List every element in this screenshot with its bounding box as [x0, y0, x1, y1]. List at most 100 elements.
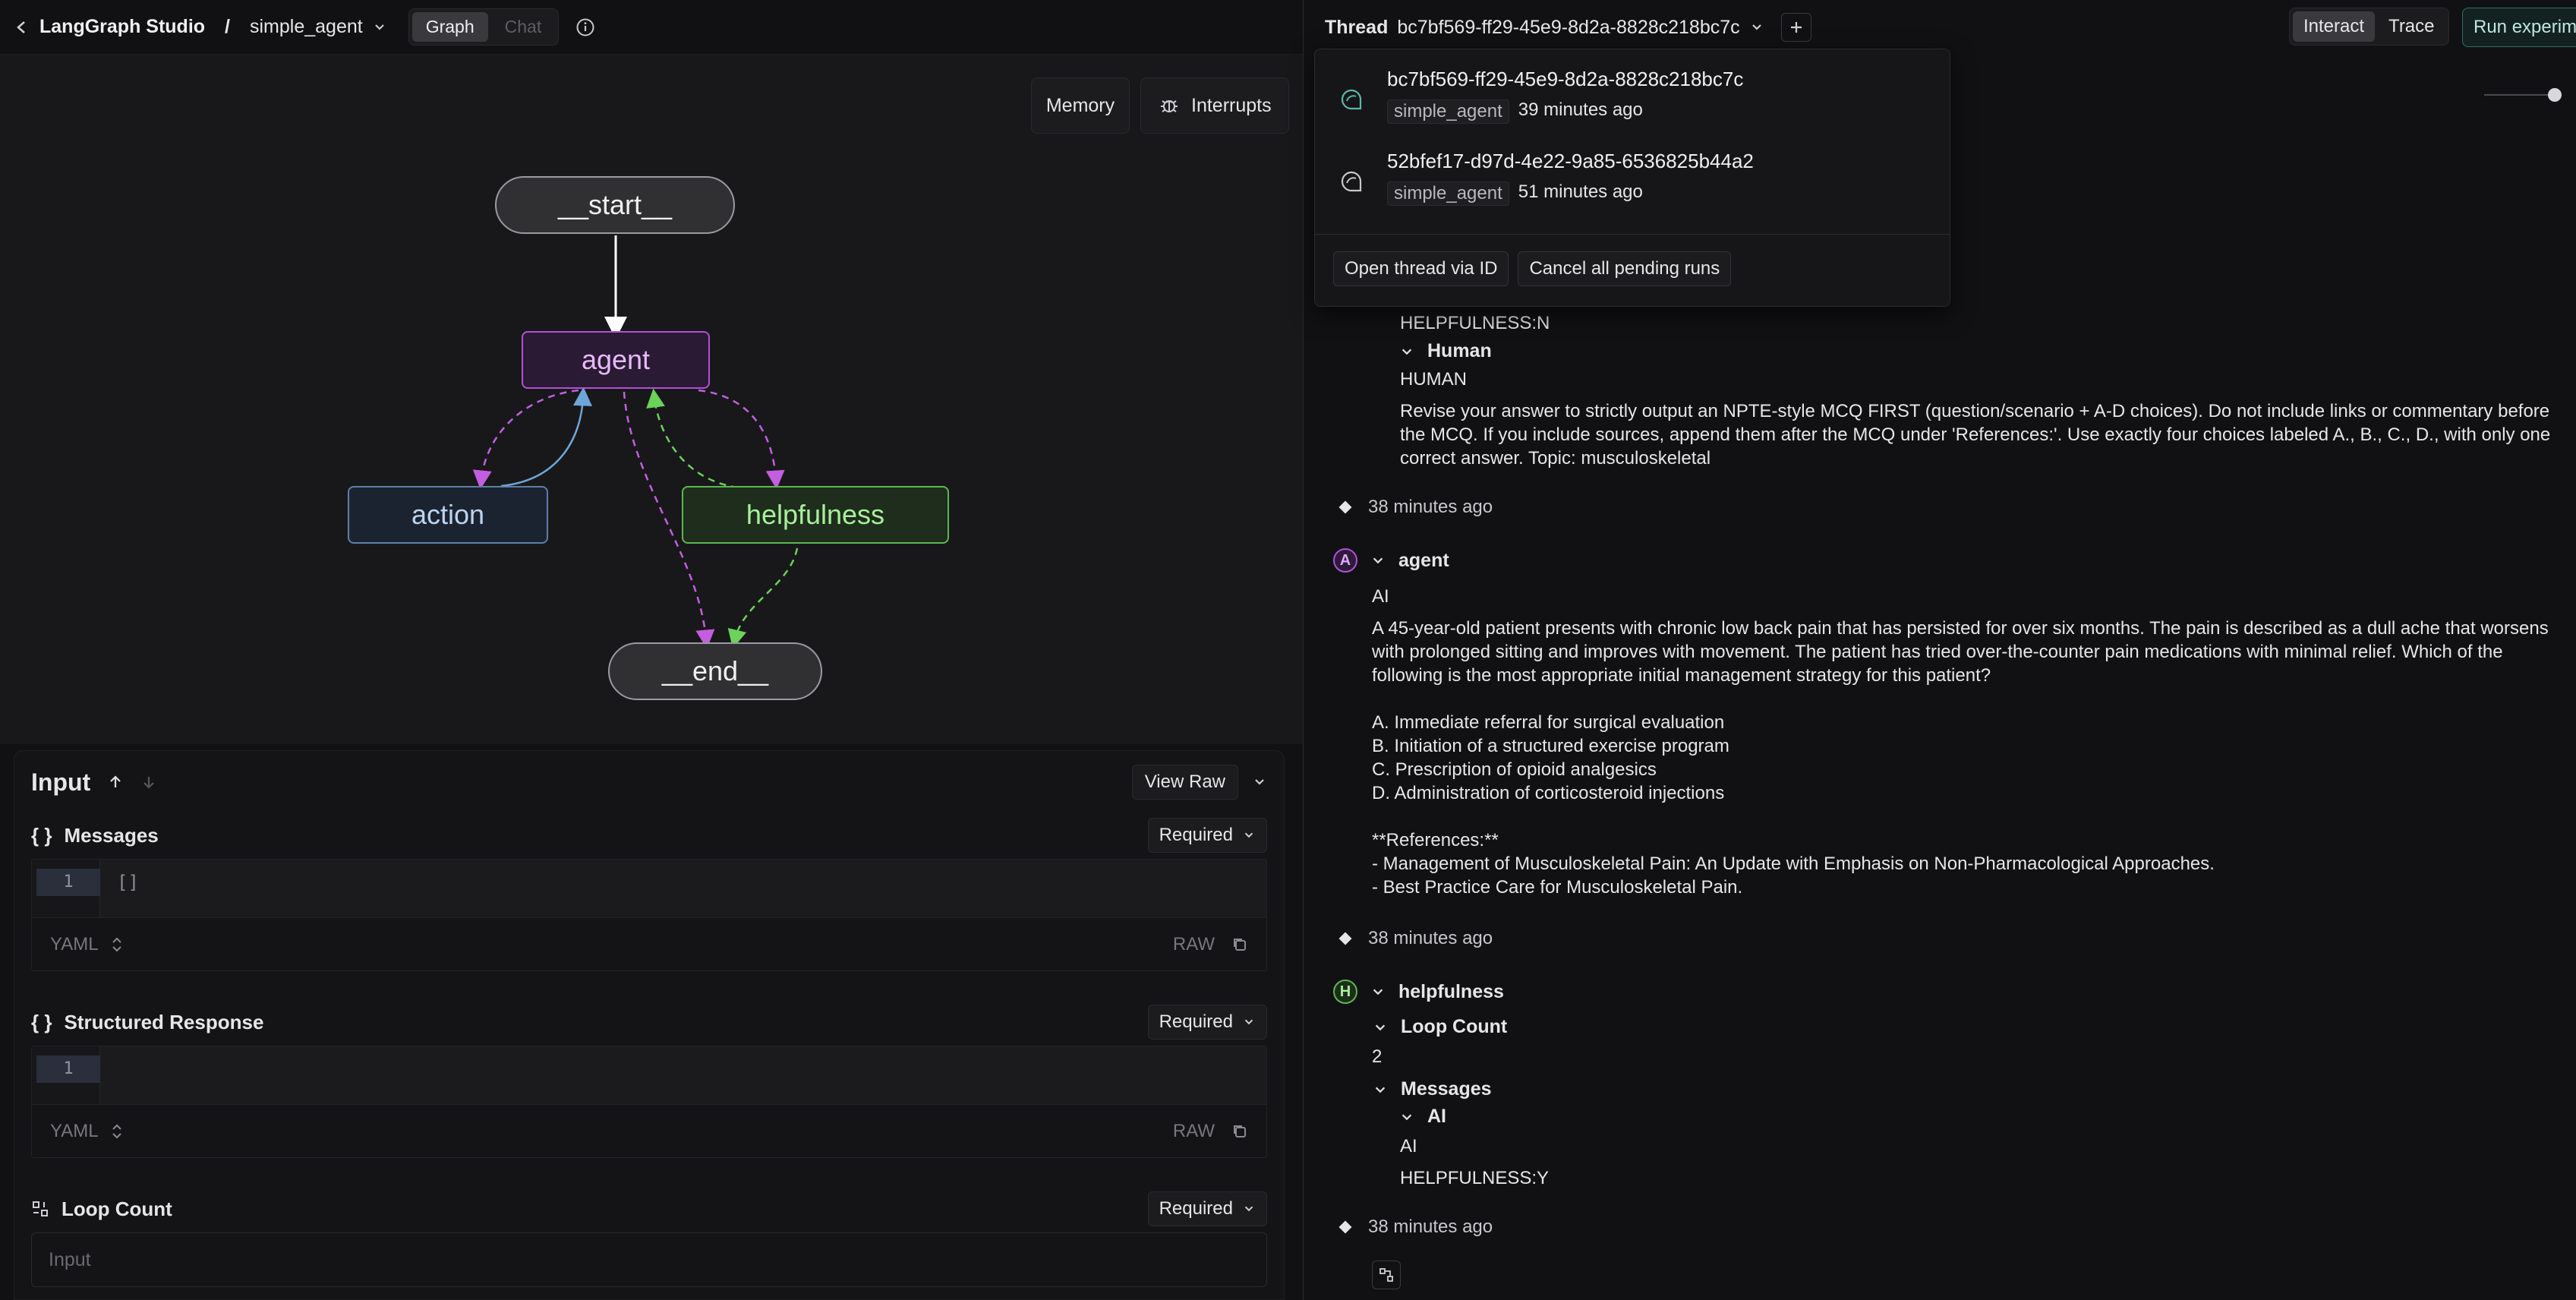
chevron-down-icon — [1375, 1087, 1386, 1093]
number-icon — [31, 1200, 49, 1218]
human-message: Revise your answer to strictly output an… — [1400, 401, 2551, 469]
updown-icon — [112, 1124, 121, 1138]
chevron-down-icon — [1244, 1206, 1253, 1212]
helpfulness-value: HELPFULNESS:Y — [1400, 1168, 1550, 1188]
collapse-chevron-icon[interactable] — [1252, 775, 1267, 790]
arrow-up-icon[interactable] — [107, 774, 124, 790]
structured-response-editor-footer: YAML RAW — [31, 1105, 1267, 1158]
agent-role: AI — [1372, 586, 1389, 607]
view-mode-toggle: Graph Chat — [408, 8, 560, 46]
messages-toggle[interactable]: Messages — [1373, 1078, 1492, 1100]
input-panel-header: Input View Raw — [31, 762, 1267, 803]
run-experiment-label: Run experime — [2474, 17, 2576, 37]
chevron-down-icon — [1373, 557, 1383, 564]
loop-count-required-select[interactable]: Required — [1147, 1191, 1267, 1226]
loop-count-toggle[interactable]: Loop Count — [1373, 1016, 1507, 1038]
info-icon[interactable] — [575, 17, 595, 37]
open-thread-by-id-button[interactable]: Open thread via ID — [1333, 251, 1509, 286]
chevron-down-icon — [1375, 1024, 1386, 1030]
ai-message-toggle[interactable]: AI — [1400, 1106, 1446, 1128]
fork-button[interactable] — [1372, 1261, 1401, 1289]
interact-trace-toggle: Interact Trace — [2289, 8, 2449, 46]
agent-name: agent — [1398, 549, 1449, 571]
tab-interact[interactable]: Interact — [2293, 11, 2376, 42]
diamond-icon — [1338, 932, 1352, 945]
view-raw-button[interactable]: View Raw — [1131, 765, 1238, 800]
required-label: Required — [1159, 1011, 1233, 1032]
thread-selector[interactable]: Thread bc7bf569-ff29-45e9-8d2a-8828c218b… — [1325, 17, 1764, 39]
node-end[interactable]: __end__ — [608, 642, 822, 700]
history-slider[interactable] — [2484, 88, 2568, 102]
chevron-down-icon — [372, 20, 387, 35]
loop-count-placeholder: Input — [49, 1248, 91, 1270]
tab-chat[interactable]: Chat — [491, 12, 556, 42]
tab-graph[interactable]: Graph — [411, 12, 488, 42]
thread-topbar: Thread bc7bf569-ff29-45e9-8d2a-8828c218b… — [1304, 0, 2576, 55]
updown-icon — [112, 937, 121, 951]
helpfulness-name: helpfulness — [1398, 980, 1504, 1002]
agent-avatar: A — [1333, 548, 1357, 573]
slider-thumb[interactable] — [2548, 88, 2562, 102]
diamond-icon — [1338, 1220, 1352, 1234]
messages-editor-footer: YAML RAW — [31, 918, 1267, 971]
messages-editor[interactable]: 1 [] — [31, 859, 1267, 918]
helpfulness-section-toggle[interactable]: H helpfulness — [1333, 980, 1504, 1004]
loop-count-input[interactable]: Input — [31, 1232, 1267, 1287]
thread-option[interactable]: 52bfef17-d97d-4e22-9a85-6536825b44a2 sim… — [1315, 137, 1950, 219]
structured-response-editor[interactable]: 1 — [31, 1046, 1267, 1105]
edge-action-agent — [500, 387, 592, 488]
human-role: HUMAN — [1400, 369, 1467, 390]
current-thread-id: bc7bf569-ff29-45e9-8d2a-8828c218bc7c — [1397, 16, 1740, 38]
loop-count-field-header: Loop Count Required — [31, 1191, 1267, 1226]
input-panel: Input View Raw { } Messages Required 1 [… — [14, 750, 1285, 1300]
helpfulness-avatar: H — [1333, 980, 1357, 1004]
chevron-down-icon — [1402, 349, 1412, 355]
node-helpfulness[interactable]: helpfulness — [682, 486, 949, 544]
edge-agent-helpfulness — [698, 389, 785, 490]
arrow-left-icon — [14, 19, 30, 36]
new-thread-button[interactable] — [1780, 13, 1811, 42]
graph-canvas[interactable]: Memory Interrupts __start__ agent action… — [0, 55, 1303, 744]
graph-topbar: LangGraph Studio / simple_agent Graph Ch… — [0, 0, 1303, 55]
copy-icon[interactable] — [1231, 1123, 1248, 1140]
editor-code: [] — [117, 872, 139, 893]
loop-count-value: 2 — [1372, 1046, 1383, 1067]
thread-dropdown: bc7bf569-ff29-45e9-8d2a-8828c218bc7c sim… — [1314, 49, 1950, 307]
thread-graph-tag: simple_agent — [1387, 181, 1509, 206]
app-name: LangGraph Studio — [39, 16, 206, 37]
node-action[interactable]: action — [348, 486, 548, 544]
dropdown-divider — [1315, 234, 1950, 235]
messages-label: Messages — [1401, 1078, 1492, 1100]
view-raw-label: View Raw — [1144, 771, 1225, 792]
graph-selector[interactable]: simple_agent — [250, 16, 387, 38]
structured-response-field-header: { } Structured Response Required — [31, 1005, 1267, 1040]
ai-role: AI — [1400, 1136, 1417, 1156]
human-section-toggle[interactable]: Human — [1400, 340, 1492, 362]
chevron-down-icon — [1402, 1114, 1412, 1120]
arrow-down-icon[interactable] — [140, 774, 157, 790]
raw-toggle[interactable]: RAW — [1173, 1121, 1215, 1142]
run-experiment-button[interactable]: Run experime — [2462, 8, 2576, 47]
copy-icon[interactable] — [1231, 936, 1248, 953]
chevron-down-icon — [1244, 1019, 1253, 1025]
node-agent[interactable]: agent — [522, 331, 710, 389]
messages-required-select[interactable]: Required — [1147, 818, 1267, 853]
thread-option[interactable]: bc7bf569-ff29-45e9-8d2a-8828c218bc7c sim… — [1315, 55, 1950, 137]
node-start[interactable]: __start__ — [495, 176, 735, 234]
required-label: Required — [1159, 1198, 1233, 1219]
format-select[interactable]: YAML — [50, 934, 123, 955]
agent-section-toggle[interactable]: A agent — [1333, 548, 1449, 573]
back-to-studio-link[interactable]: LangGraph Studio — [14, 16, 205, 38]
braces-icon: { } — [31, 823, 52, 847]
cancel-pending-runs-button[interactable]: Cancel all pending runs — [1518, 251, 1732, 286]
input-title: Input — [31, 768, 91, 796]
agent-message: A 45-year-old patient presents with chro… — [1372, 618, 2549, 898]
format-select[interactable]: YAML — [50, 1121, 123, 1142]
timestamp: 38 minutes ago — [1368, 1216, 1493, 1237]
line-number: 1 — [36, 869, 100, 896]
required-label: Required — [1159, 825, 1233, 845]
raw-toggle[interactable]: RAW — [1173, 934, 1215, 955]
structured-response-required-select[interactable]: Required — [1147, 1005, 1267, 1040]
tab-trace[interactable]: Trace — [2378, 11, 2445, 42]
thread-label: Thread — [1325, 16, 1389, 38]
